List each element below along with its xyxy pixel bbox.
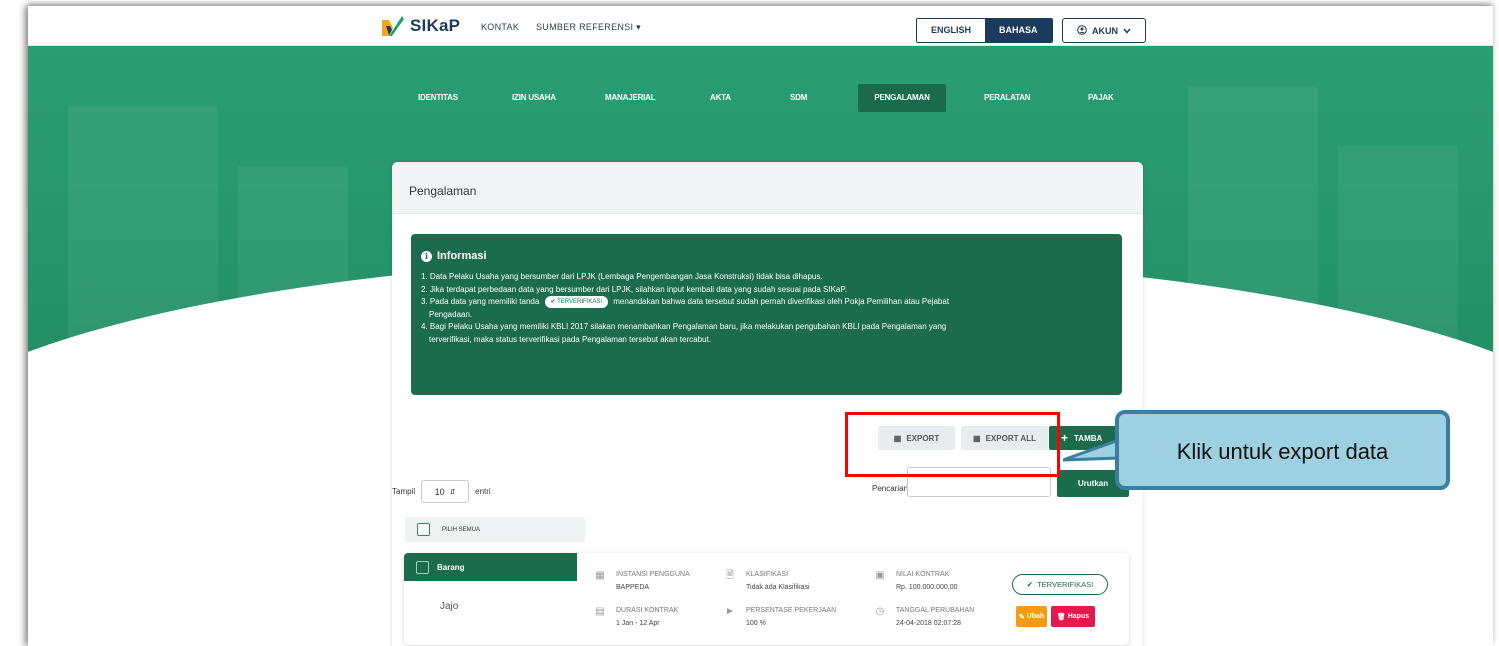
tab-pajak[interactable]: PAJAK xyxy=(1076,84,1126,112)
profile-tabs: IDENTITAS IZIN USAHA MANAJERIAL AKTA SDM… xyxy=(28,84,1493,112)
field-tanggal: ◷ TANGGAL PERUBAHAN 24-04-2018 02:07:28 xyxy=(874,606,975,627)
calendar-icon: ▤ xyxy=(595,606,605,617)
field-value: Tidak ada Klasifikasi xyxy=(746,584,810,591)
play-circle-icon: ► xyxy=(725,606,735,617)
experience-record: Barang Jajo ▦ INSTANSI PENGGUNA BAPPEDA 🗎… xyxy=(404,553,1129,645)
nav-sumber-referensi[interactable]: SUMBER REFERENSI ▾ xyxy=(536,22,641,33)
record-checkbox[interactable] xyxy=(416,560,429,574)
verified-badge-sample-label: TERVERIFIKASI xyxy=(557,299,603,305)
trash-icon: 🗑 xyxy=(1056,613,1066,621)
info-line-3-cont: Pengadaan. xyxy=(429,309,473,319)
verified-status-label: TERVERIFIKASI xyxy=(1037,580,1094,589)
top-navbar: SIKaP KONTAK SUMBER REFERENSI ▾ ENGLISH … xyxy=(28,6,1493,46)
field-value: BAPPEDA xyxy=(616,584,650,591)
screenshot-frame: SIKaP KONTAK SUMBER REFERENSI ▾ ENGLISH … xyxy=(0,0,1499,646)
field-nilai-kontrak: ▣ NILAI KONTRAK Rp. 100.000.000,00 xyxy=(874,570,958,591)
entries-label: entri xyxy=(475,487,491,496)
tab-akta[interactable]: AKTA xyxy=(698,84,743,112)
file-icon: 🗎 xyxy=(725,570,735,581)
record-category: Barang xyxy=(437,562,465,572)
field-label: INSTANSI PENGGUNA xyxy=(616,571,690,578)
verified-badge-sample: ✔ TERVERIFIKASI xyxy=(544,296,609,308)
updown-icon: ⇵ xyxy=(449,488,456,496)
nav-kontak[interactable]: KONTAK xyxy=(481,22,519,32)
page-size-value: 10 xyxy=(434,486,445,497)
money-icon: ▣ xyxy=(875,570,885,581)
select-all-checkbox[interactable] xyxy=(417,523,430,536)
record-category-header: Barang xyxy=(404,553,577,581)
delete-button[interactable]: 🗑 Hapus xyxy=(1051,606,1095,627)
search-label: Pencarian xyxy=(872,484,909,493)
delete-label: Hapus xyxy=(1067,613,1090,620)
check-icon: ✔ xyxy=(1026,580,1034,589)
building-icon: ▦ xyxy=(595,570,605,581)
show-label: Tampil xyxy=(392,487,416,496)
edit-button[interactable]: ✎ Ubah xyxy=(1016,606,1047,627)
field-value: 24-04-2018 02:07:28 xyxy=(896,620,961,627)
info-box: i Informasi 1. Data Pelaku Usaha yang be… xyxy=(411,234,1122,395)
tab-identitas[interactable]: IDENTITAS xyxy=(406,84,470,112)
info-line-4: 4. Bagi Pelaku Usaha yang memiliki KBLI … xyxy=(421,322,947,332)
verified-status-badge: ✔ TERVERIFIKASI xyxy=(1012,574,1108,595)
info-line-2: 2. Jika terdapat perbedaan data yang ber… xyxy=(421,284,847,294)
field-label: PERSENTASE PEKERJAAN xyxy=(746,607,837,614)
info-line-1: 1. Data Pelaku Usaha yang bersumber dari… xyxy=(421,272,823,281)
field-label: TANGGAL PERUBAHAN xyxy=(896,607,975,614)
tab-manajerial[interactable]: MANAJERIAL xyxy=(593,84,667,112)
browser-page: SIKaP KONTAK SUMBER REFERENSI ▾ ENGLISH … xyxy=(28,6,1493,646)
field-value: 100 % xyxy=(746,620,766,627)
info-line-3-end: menandakan bahwa data tersebut sudah per… xyxy=(613,297,950,307)
card-title: Pengalaman xyxy=(392,162,1143,214)
select-all-label: PILIH SEMUA xyxy=(442,526,481,533)
field-klasifikasi: 🗎 KLASIFIKASI Tidak ada Klasifikasi xyxy=(724,570,810,591)
logo-text: SIKaP xyxy=(410,16,461,35)
page-size-control: Tampil 10 ⇵ entri xyxy=(392,480,491,503)
record-name: Jajo xyxy=(440,601,459,612)
language-switch: ENGLISH BAHASA xyxy=(916,18,1053,43)
sikap-logo[interactable]: SIKaP xyxy=(380,16,460,36)
info-line-3-start: 3. Pada data yang memiliki tanda xyxy=(421,297,540,307)
user-circle-icon xyxy=(1077,24,1087,37)
clock-icon: ◷ xyxy=(875,606,885,617)
field-label: KLASIFIKASI xyxy=(746,571,789,578)
callout-pointer xyxy=(1063,438,1121,462)
field-instansi: ▦ INSTANSI PENGGUNA BAPPEDA xyxy=(594,570,690,591)
edit-icon: ✎ xyxy=(1018,613,1025,621)
lang-english-button[interactable]: ENGLISH xyxy=(917,19,986,42)
info-line-4-cont: terverifikasi, maka status terverifikasi… xyxy=(429,334,711,344)
page-size-select[interactable]: 10 ⇵ xyxy=(421,480,470,503)
export-highlight-box xyxy=(845,412,1060,477)
field-label: NILAI KONTRAK xyxy=(896,571,950,578)
field-durasi: ▤ DURASI KONTRAK 1 Jan - 12 Apr xyxy=(594,606,678,627)
tab-sdm[interactable]: SDM xyxy=(778,84,819,112)
field-value: Rp. 100.000.000,00 xyxy=(896,584,958,591)
field-value: 1 Jan - 12 Apr xyxy=(616,620,660,627)
nav-sumber-referensi-label: SUMBER REFERENSI xyxy=(536,22,634,32)
tab-peralatan[interactable]: PERALATAN xyxy=(972,84,1042,112)
pengalaman-card: Pengalaman i Informasi 1. Data Pelaku Us… xyxy=(392,162,1143,646)
info-title-text: Informasi xyxy=(437,250,487,262)
tab-izin-usaha[interactable]: IZIN USAHA xyxy=(500,84,568,112)
chevron-down-icon xyxy=(1123,26,1131,36)
logo-mark-icon xyxy=(380,16,404,36)
account-label: AKUN xyxy=(1092,25,1118,36)
tab-pengalaman[interactable]: PENGALAMAN xyxy=(858,84,946,112)
edit-label: Ubah xyxy=(1026,613,1045,620)
field-label: DURASI KONTRAK xyxy=(616,607,679,614)
account-menu-button[interactable]: AKUN xyxy=(1062,18,1146,43)
lang-bahasa-button[interactable]: BAHASA xyxy=(985,19,1052,42)
info-title: i Informasi xyxy=(421,250,1112,262)
caret-down-icon: ▾ xyxy=(636,22,641,32)
info-icon: i xyxy=(421,250,432,262)
field-persentase: ► PERSENTASE PEKERJAAN 100 % xyxy=(724,606,836,627)
select-all-row[interactable]: PILIH SEMUA xyxy=(405,517,585,542)
info-line-3: 3. Pada data yang memiliki tanda ✔ TERVE… xyxy=(421,296,1112,309)
callout-tooltip: Klik untuk export data xyxy=(1115,410,1450,490)
